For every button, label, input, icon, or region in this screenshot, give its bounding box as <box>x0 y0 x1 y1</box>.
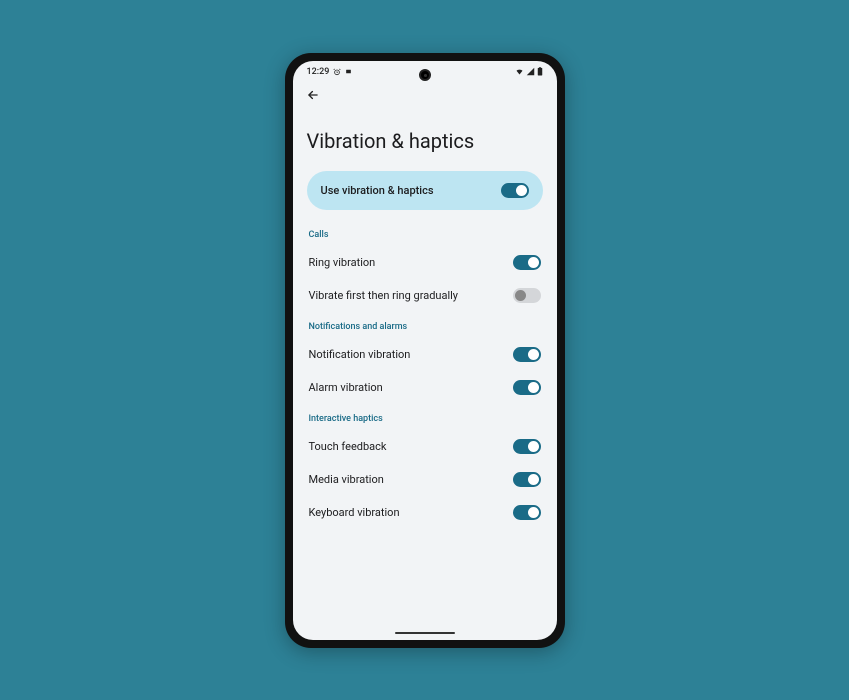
phone-frame: 12:29 <box>285 53 565 648</box>
setting-media-vibration[interactable]: Media vibration <box>307 463 543 496</box>
wifi-icon <box>515 67 524 76</box>
setting-alarm-vibration[interactable]: Alarm vibration <box>307 371 543 404</box>
switch-touch-feedback[interactable] <box>513 439 541 454</box>
screen: 12:29 <box>293 61 557 640</box>
master-toggle-switch[interactable] <box>501 183 529 198</box>
setting-label: Notification vibration <box>309 348 411 361</box>
switch-media-vibration[interactable] <box>513 472 541 487</box>
card-icon <box>345 68 352 75</box>
nav-handle[interactable] <box>395 632 455 634</box>
switch-vibrate-first[interactable] <box>513 288 541 303</box>
battery-icon <box>537 67 543 76</box>
switch-notification-vibration[interactable] <box>513 347 541 362</box>
setting-label: Keyboard vibration <box>309 506 400 519</box>
page-title: Vibration & haptics <box>307 129 543 153</box>
signal-icon <box>526 67 535 76</box>
setting-label: Ring vibration <box>309 256 376 269</box>
status-right <box>515 67 543 76</box>
status-time: 12:29 <box>307 67 330 77</box>
switch-keyboard-vibration[interactable] <box>513 505 541 520</box>
setting-label: Vibrate first then ring gradually <box>309 289 459 302</box>
setting-label: Touch feedback <box>309 440 387 453</box>
section-header-calls: Calls <box>309 230 543 240</box>
setting-ring-vibration[interactable]: Ring vibration <box>307 246 543 279</box>
setting-touch-feedback[interactable]: Touch feedback <box>307 430 543 463</box>
setting-keyboard-vibration[interactable]: Keyboard vibration <box>307 496 543 529</box>
switch-alarm-vibration[interactable] <box>513 380 541 395</box>
setting-label: Alarm vibration <box>309 381 383 394</box>
section-header-notifications: Notifications and alarms <box>309 322 543 332</box>
master-toggle-label: Use vibration & haptics <box>321 184 434 197</box>
section-header-interactive: Interactive haptics <box>309 414 543 424</box>
alarm-icon <box>333 68 341 76</box>
camera-punch <box>419 69 431 81</box>
master-toggle-row[interactable]: Use vibration & haptics <box>307 171 543 210</box>
back-row <box>293 79 557 107</box>
content-area: Vibration & haptics Use vibration & hapt… <box>293 107 557 626</box>
switch-ring-vibration[interactable] <box>513 255 541 270</box>
navigation-bar <box>293 626 557 640</box>
back-button[interactable] <box>305 87 321 103</box>
setting-vibrate-first[interactable]: Vibrate first then ring gradually <box>307 279 543 312</box>
setting-notification-vibration[interactable]: Notification vibration <box>307 338 543 371</box>
status-left: 12:29 <box>307 67 353 77</box>
setting-label: Media vibration <box>309 473 384 486</box>
